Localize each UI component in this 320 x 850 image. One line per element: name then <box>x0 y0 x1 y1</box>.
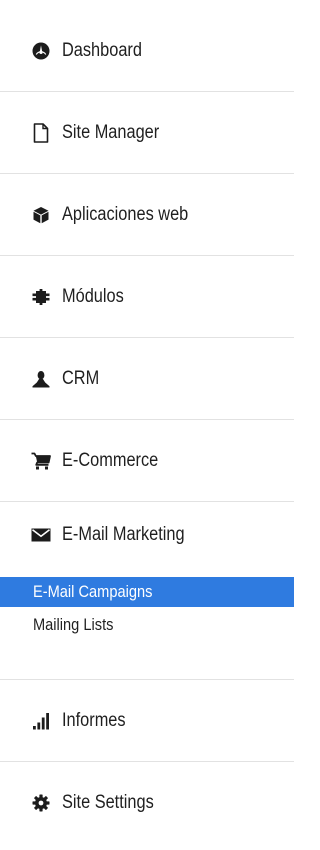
sidebar-item-label: Site Settings <box>62 792 154 813</box>
sidebar-item-modules[interactable]: Módulos <box>0 256 294 338</box>
shopping-cart-icon <box>31 451 51 471</box>
sidebar-item-web-apps[interactable]: Aplicaciones web <box>0 174 294 256</box>
user-icon <box>31 369 51 389</box>
submenu-item-label: E-Mail Campaigns <box>33 582 153 601</box>
sidebar-item-label: E-Mail Marketing <box>62 524 185 545</box>
sidebar-item-label: CRM <box>62 367 100 389</box>
sidebar-item-dashboard[interactable]: Dashboard <box>0 10 294 92</box>
sidebar-item-site-manager[interactable]: Site Manager <box>0 92 294 174</box>
sidebar-item-label: Aplicaciones web <box>62 203 189 225</box>
submenu-item-email-campaigns[interactable]: E-Mail Campaigns <box>0 577 294 607</box>
sidebar-item-label: Dashboard <box>62 39 142 61</box>
gear-icon <box>31 793 51 813</box>
file-icon <box>31 122 51 143</box>
sidebar-item-site-settings[interactable]: Site Settings <box>0 762 294 844</box>
puzzle-icon <box>31 287 51 307</box>
submenu-item-label: Mailing Lists <box>33 615 114 634</box>
sidebar-item-reports[interactable]: Informes <box>0 680 294 762</box>
sidebar-item-label: Site Manager <box>62 121 160 143</box>
envelope-icon <box>31 525 51 545</box>
cube-icon <box>31 205 51 225</box>
sidebar-item-label: Módulos <box>62 285 124 307</box>
submenu-item-mailing-lists[interactable]: Mailing Lists <box>0 610 294 640</box>
sidebar-item-label: Informes <box>62 709 126 731</box>
sidebar-item-label: E-Commerce <box>62 449 159 471</box>
sidebar-item-ecommerce[interactable]: E-Commerce <box>0 420 294 502</box>
email-marketing-submenu: E-Mail Campaigns Mailing Lists <box>0 577 294 640</box>
dashboard-icon <box>31 41 51 61</box>
sidebar-item-crm[interactable]: CRM <box>0 338 294 420</box>
sidebar-item-email-marketing[interactable]: E-Mail Marketing <box>0 502 294 568</box>
bar-chart-icon <box>31 711 51 731</box>
sidebar-nav: Dashboard Site Manager Aplicaciones web <box>0 0 294 850</box>
